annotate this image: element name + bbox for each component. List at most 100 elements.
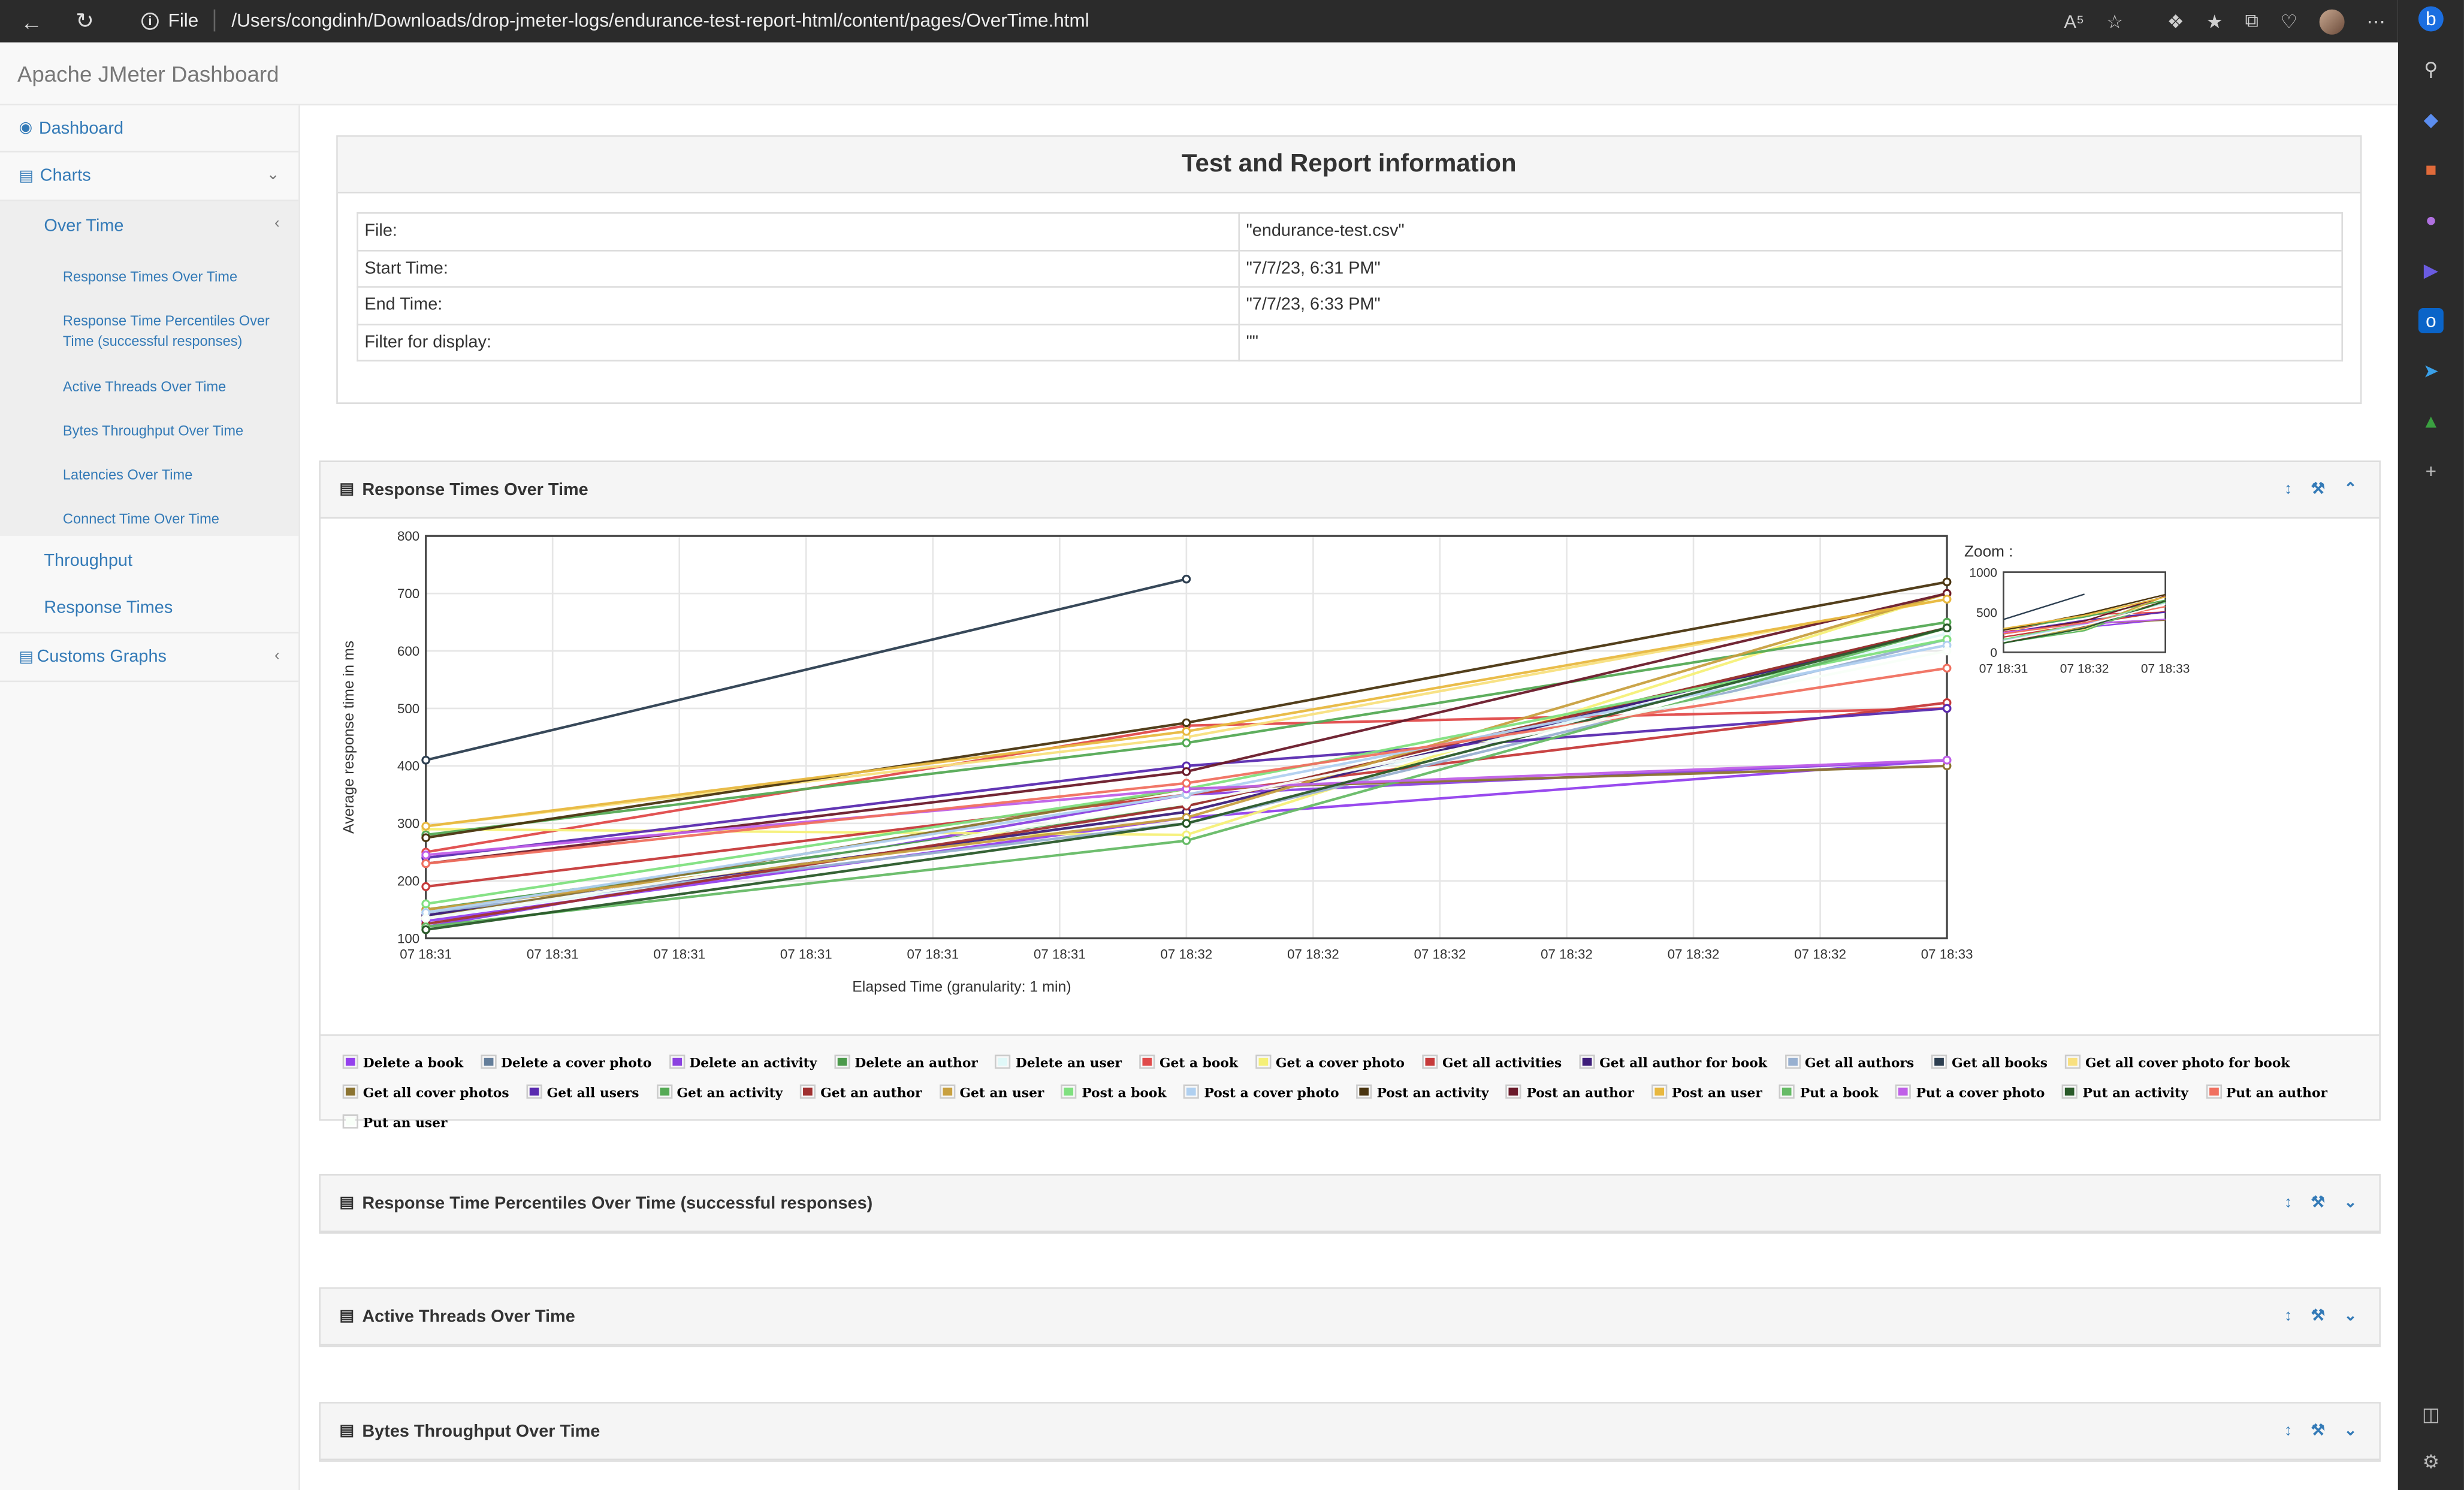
- data-point: [1942, 623, 1952, 633]
- legend-item[interactable]: Get an user: [939, 1076, 1044, 1106]
- legend-item[interactable]: Get all users: [526, 1076, 639, 1106]
- tools-icon[interactable]: ■: [2418, 157, 2444, 182]
- data-point: [421, 833, 431, 843]
- legend-item[interactable]: Put a book: [1779, 1076, 1879, 1106]
- resize-icon[interactable]: ↕: [2284, 1422, 2292, 1440]
- legend-item[interactable]: Get a book: [1139, 1047, 1238, 1077]
- add-icon[interactable]: +: [2418, 459, 2444, 484]
- panel-title: Active Threads Over Time: [362, 1307, 575, 1326]
- data-point: [1182, 718, 1191, 728]
- panel-header[interactable]: ▤ Response Time Percentiles Over Time (s…: [320, 1175, 2380, 1232]
- bar-chart-icon: ▤: [339, 1307, 355, 1325]
- chevron-down-icon[interactable]: ⌄: [2344, 1422, 2357, 1440]
- legend-item[interactable]: Get a cover photo: [1255, 1047, 1405, 1077]
- legend-swatch: [669, 1054, 685, 1069]
- sidebar-sub-latencies[interactable]: Latencies Over Time: [0, 454, 298, 498]
- panel-header[interactable]: ▤ Bytes Throughput Over Time ↕ ⚒ ⌄: [320, 1403, 2380, 1461]
- legend-item[interactable]: Post an author: [1506, 1076, 1634, 1106]
- legend-item[interactable]: Get an activity: [656, 1076, 783, 1106]
- sidebar-item-over-time[interactable]: Over Time ‹: [0, 201, 299, 250]
- sidebar-sub-active-threads[interactable]: Active Threads Over Time: [0, 366, 298, 410]
- extensions-icon[interactable]: ❖: [2167, 10, 2184, 32]
- legend-item[interactable]: Delete an author: [834, 1047, 978, 1077]
- sidebar-item-customs-graphs[interactable]: ▤ Customs Graphs ‹: [0, 634, 299, 683]
- legend-item[interactable]: Get all cover photo for book: [2064, 1047, 2290, 1077]
- edge-sidebar: b ⚲ ◆ ■ ● ▶ o ➤ ▲ + ◫ ⚙: [2397, 0, 2464, 1490]
- favorite-star-icon[interactable]: ☆: [2106, 10, 2123, 32]
- wrench-icon[interactable]: ⚒: [2311, 481, 2326, 498]
- games-icon[interactable]: ▶: [2418, 258, 2444, 283]
- legend-label: Delete an author: [854, 1054, 978, 1070]
- legend-item[interactable]: Delete an activity: [669, 1047, 817, 1077]
- data-point: [1182, 836, 1191, 845]
- chevron-down-icon[interactable]: ⌄: [2344, 1195, 2357, 1212]
- legend-item[interactable]: Get all activities: [1421, 1047, 1562, 1077]
- legend-item[interactable]: Get an author: [800, 1076, 922, 1106]
- legend-item[interactable]: Post an activity: [1356, 1076, 1489, 1106]
- profile-avatar[interactable]: [2319, 8, 2345, 34]
- legend-item[interactable]: Put an activity: [2062, 1076, 2188, 1106]
- shopping-tag-icon[interactable]: ◆: [2418, 107, 2444, 132]
- sidebar-sub-bytes-throughput[interactable]: Bytes Throughput Over Time: [0, 410, 298, 454]
- sidebar-item-dashboard[interactable]: ◉ Dashboard: [0, 105, 299, 153]
- legend-item[interactable]: Get all author for book: [1579, 1047, 1767, 1077]
- x-tick-label: 07 18:32: [1414, 947, 1466, 962]
- app-title[interactable]: Apache JMeter Dashboard: [17, 61, 279, 86]
- response-times-chart[interactable]: 100 200 300 400 500 600 700 800 07 18:31 07 18:31…: [321, 518, 2379, 1034]
- legend-label: Get all users: [546, 1084, 639, 1100]
- legend-item[interactable]: Delete a cover photo: [480, 1047, 651, 1077]
- sidebar-item-throughput[interactable]: Throughput: [0, 536, 299, 585]
- sidebar-sub-connect-time[interactable]: Connect Time Over Time: [0, 498, 298, 529]
- settings-gear-icon[interactable]: ⚙: [2418, 1449, 2444, 1474]
- search-icon[interactable]: ⚲: [2418, 56, 2444, 82]
- wrench-icon[interactable]: ⚒: [2311, 1422, 2326, 1440]
- legend-item[interactable]: Post an user: [1651, 1076, 1762, 1106]
- legend-item[interactable]: Get all cover photos: [342, 1076, 509, 1106]
- wrench-icon[interactable]: ⚒: [2311, 1195, 2326, 1212]
- split-screen-icon[interactable]: ◫: [2418, 1402, 2444, 1427]
- sidebar-sub-response-times-over-time[interactable]: Response Times Over Time: [0, 256, 298, 300]
- reload-icon[interactable]: ↻: [68, 8, 102, 35]
- outlook-icon[interactable]: o: [2418, 307, 2444, 333]
- people-icon[interactable]: ●: [2418, 207, 2444, 233]
- legend-item[interactable]: Put an user: [342, 1106, 448, 1136]
- resize-icon[interactable]: ↕: [2284, 481, 2292, 498]
- legend-item[interactable]: Put a cover photo: [1895, 1076, 2045, 1106]
- health-icon[interactable]: ♡: [2281, 10, 2297, 32]
- sidebar-item-response-times[interactable]: Response Times: [0, 584, 299, 634]
- legend-label: Put an user: [363, 1113, 448, 1130]
- site-info[interactable]: i File: [141, 9, 216, 32]
- read-aloud-icon[interactable]: A⁵: [2064, 10, 2084, 32]
- legend-item[interactable]: Delete an user: [995, 1047, 1122, 1077]
- address-bar[interactable]: i File /Users/congdinh/Downloads/drop-jme…: [123, 3, 2401, 38]
- legend-item[interactable]: Get all authors: [1784, 1047, 1914, 1077]
- panel-header[interactable]: ▤ Active Threads Over Time ↕ ⚒ ⌄: [320, 1289, 2380, 1346]
- legend-item[interactable]: Post a cover photo: [1183, 1076, 1339, 1106]
- resize-icon[interactable]: ↕: [2284, 1308, 2292, 1325]
- legend-label: Get all books: [1952, 1054, 2048, 1070]
- legend-item[interactable]: Get all books: [1931, 1047, 2048, 1077]
- chevron-down-icon[interactable]: ⌄: [2344, 1308, 2357, 1325]
- zoom-y-tick-label: 500: [1976, 606, 1997, 620]
- resize-icon[interactable]: ↕: [2284, 1195, 2292, 1212]
- collections-icon[interactable]: ⧉: [2245, 10, 2258, 33]
- tree-icon[interactable]: ▲: [2418, 409, 2444, 434]
- legend-item[interactable]: Delete a book: [342, 1047, 463, 1077]
- data-point: [421, 899, 431, 909]
- legend-item[interactable]: Post a book: [1061, 1076, 1167, 1106]
- sidebar-item-charts[interactable]: ▤ Charts ⌄: [0, 152, 299, 201]
- more-menu-icon[interactable]: ⋯: [2366, 10, 2385, 32]
- favorites-icon[interactable]: ★: [2206, 10, 2223, 32]
- chevron-up-icon[interactable]: ⌃: [2344, 481, 2357, 498]
- send-icon[interactable]: ➤: [2418, 358, 2444, 384]
- back-icon[interactable]: ←: [14, 8, 49, 34]
- sidebar-sub-response-time-percentiles[interactable]: Response Time Percentiles Over Time (suc…: [0, 300, 283, 366]
- zoom-y-tick-label: 1000: [1969, 566, 1997, 580]
- legend-item[interactable]: Put an author: [2205, 1076, 2327, 1106]
- bing-copilot-icon[interactable]: b: [2418, 6, 2444, 32]
- panel-header[interactable]: ▤ Response Times Over Time ↕ ⚒ ⌃: [320, 462, 2380, 519]
- legend-swatch: [1139, 1054, 1155, 1069]
- x-tick-label: 07 18:32: [1541, 947, 1593, 962]
- x-tick-label: 07 18:31: [780, 947, 832, 962]
- wrench-icon[interactable]: ⚒: [2311, 1308, 2326, 1325]
